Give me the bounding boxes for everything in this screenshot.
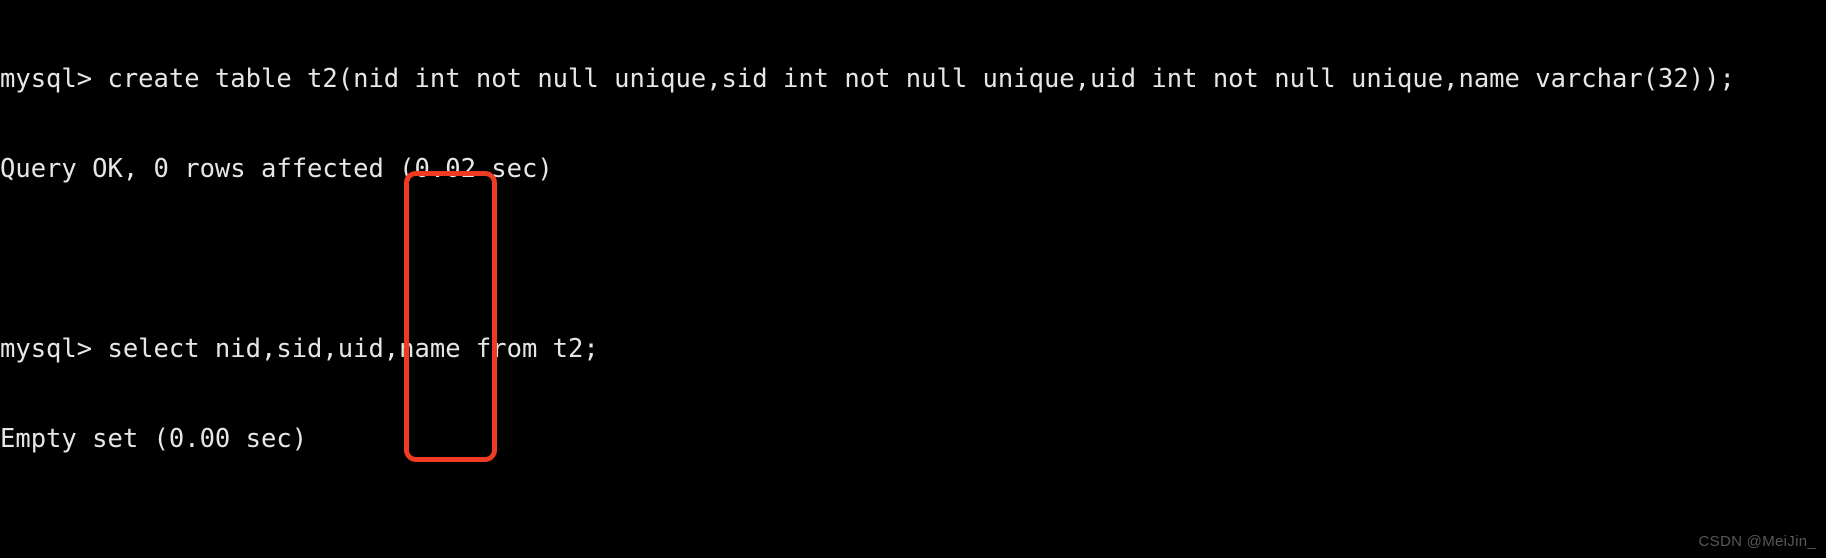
- terminal-output[interactable]: mysql> create table t2(nid int not null …: [0, 0, 1826, 558]
- terminal-line: Empty set (0.00 sec): [0, 424, 308, 454]
- terminal-line: mysql> create table t2(nid int not null …: [0, 64, 1735, 94]
- terminal-line: Query OK, 0 rows affected (0.02 sec): [0, 154, 553, 184]
- watermark-text: CSDN @MeiJin_: [1698, 533, 1816, 550]
- terminal-screenshot: mysql> create table t2(nid int not null …: [0, 0, 1826, 558]
- terminal-line: mysql> select nid,sid,uid,name from t2;: [0, 334, 599, 364]
